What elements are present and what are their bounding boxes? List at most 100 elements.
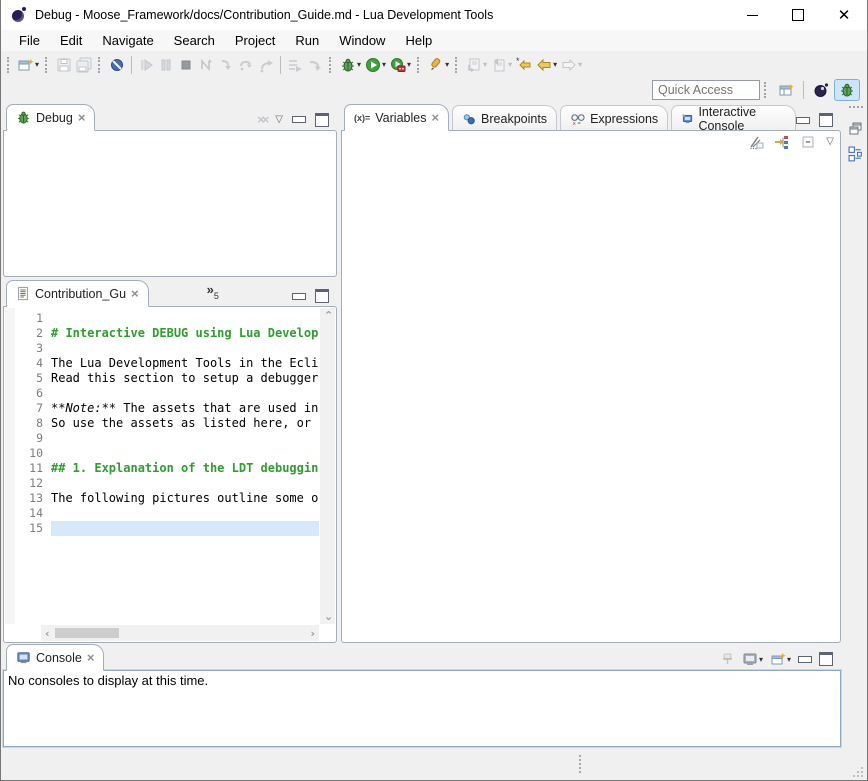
scroll-left-icon[interactable]: ‹	[45, 627, 50, 640]
editor-line[interactable]: 5Read this section to setup a debugger	[15, 371, 319, 386]
minimize-view-icon[interactable]	[292, 293, 306, 300]
lua-perspective-button[interactable]	[808, 79, 834, 101]
last-edit-location-button[interactable]: *	[514, 54, 534, 76]
dropdown-icon[interactable]: ▾	[357, 60, 361, 69]
tab-debug[interactable]: Debug ×	[6, 104, 95, 131]
line-number[interactable]: 2	[15, 326, 51, 341]
restore-view-icon[interactable]	[848, 120, 864, 136]
dropdown-icon[interactable]: ▾	[382, 60, 386, 69]
scroll-right-icon[interactable]: ›	[310, 627, 315, 640]
previous-annotation-button[interactable]: ▾	[489, 54, 514, 76]
run-button[interactable]: ▾	[363, 54, 388, 76]
dropdown-icon[interactable]: ▾	[508, 60, 512, 69]
use-step-filters-button[interactable]	[285, 54, 305, 76]
tab-breakpoints[interactable]: Breakpoints	[452, 105, 557, 131]
menu-help[interactable]: Help	[395, 30, 442, 51]
display-selected-console-button[interactable]: ▾	[742, 651, 763, 667]
line-number[interactable]: 12	[15, 476, 51, 491]
line-number[interactable]: 1	[15, 311, 51, 326]
editor-line[interactable]: 12	[15, 476, 319, 491]
close-tab-icon[interactable]: ×	[431, 111, 439, 124]
maximize-view-icon[interactable]	[315, 113, 329, 127]
hidden-editors-chevron[interactable]: » 5	[207, 285, 219, 307]
variables-content[interactable]: ▽	[341, 130, 841, 643]
forward-button[interactable]: ▾	[559, 54, 584, 76]
editor-line[interactable]: 3	[15, 341, 319, 356]
line-number[interactable]: 5	[15, 371, 51, 386]
disconnect-button[interactable]	[196, 54, 216, 76]
editor-line[interactable]: 7**Note:** The assets that are used in	[15, 401, 319, 416]
editor-horizontal-scrollbar[interactable]: ‹ ›	[41, 625, 319, 641]
line-number[interactable]: 14	[15, 506, 51, 521]
external-tools-button[interactable]: ▾	[426, 54, 451, 76]
tab-expressions[interactable]: x= Expressions	[560, 105, 668, 131]
outline-view-icon[interactable]	[848, 146, 865, 163]
minimize-view-icon[interactable]	[798, 656, 812, 663]
remove-all-terminated-icon[interactable]: ××	[257, 112, 266, 127]
editor-line[interactable]: 9	[15, 431, 319, 446]
editor-line[interactable]: 15	[15, 521, 319, 536]
minimize-window-button[interactable]	[729, 0, 775, 30]
line-number[interactable]: 4	[15, 356, 51, 371]
menu-run[interactable]: Run	[285, 30, 329, 51]
scroll-down-icon[interactable]: ⌄	[324, 610, 333, 623]
line-number[interactable]: 8	[15, 416, 51, 431]
code-text[interactable]: ## 1. Explanation of the LDT debuggin	[51, 461, 318, 476]
new-wizard-button[interactable]: ✦ ▾	[16, 54, 41, 76]
view-menu-icon[interactable]: ▽	[275, 115, 283, 125]
tab-interactive-console[interactable]: ✦ Interactive Console	[671, 105, 796, 131]
editor-vertical-scrollbar[interactable]: ⌃ ⌄	[320, 308, 335, 624]
editor-line[interactable]: 14	[15, 506, 319, 521]
menu-search[interactable]: Search	[164, 30, 225, 51]
step-into-button[interactable]	[216, 54, 236, 76]
step-return-button[interactable]	[256, 54, 276, 76]
editor-line[interactable]: 13The following pictures outline some o	[15, 491, 319, 506]
save-all-button[interactable]	[74, 54, 94, 76]
maximize-view-icon[interactable]	[819, 652, 833, 666]
editor-lines[interactable]: 12# Interactive DEBUG using Lua Develop3…	[15, 308, 319, 624]
dropdown-icon[interactable]: ▾	[483, 60, 487, 69]
code-text[interactable]: # Interactive DEBUG using Lua Develop	[51, 326, 318, 341]
code-text[interactable]: The Lua Development Tools in the Ecli	[51, 356, 318, 371]
code-text[interactable]: Read this section to setup a debugger	[51, 371, 318, 386]
menu-navigate[interactable]: Navigate	[92, 30, 163, 51]
scroll-up-icon[interactable]: ⌃	[324, 309, 333, 322]
code-text[interactable]: So use the assets as listed here, or	[51, 416, 318, 431]
line-number[interactable]: 10	[15, 446, 51, 461]
drop-to-frame-button[interactable]	[305, 54, 325, 76]
debug-view-content[interactable]	[3, 130, 337, 277]
collapse-all-icon[interactable]	[800, 134, 816, 150]
step-over-button[interactable]	[236, 54, 256, 76]
editor-line[interactable]: 8So use the assets as listed here, or	[15, 416, 319, 431]
back-button[interactable]: ▾	[534, 54, 559, 76]
scrollbar-thumb[interactable]	[55, 628, 119, 638]
tab-editor-contribution-guide[interactable]: Contribution_Gu ×	[6, 280, 149, 307]
tab-console[interactable]: Console ×	[6, 644, 104, 671]
dropdown-icon[interactable]: ▾	[445, 60, 449, 69]
editor-line[interactable]: 4The Lua Development Tools in the Ecli	[15, 356, 319, 371]
menu-window[interactable]: Window	[329, 30, 395, 51]
terminate-button[interactable]	[176, 54, 196, 76]
resize-grip-icon[interactable]	[851, 765, 864, 778]
minimize-view-icon[interactable]	[796, 117, 810, 124]
minimize-view-icon[interactable]	[292, 116, 306, 123]
open-console-button[interactable]: ✦ ▾	[770, 651, 791, 667]
editor-line[interactable]: 6	[15, 386, 319, 401]
tab-variables[interactable]: (x)= Variables ×	[344, 104, 449, 131]
code-text[interactable]: The following pictures outline some o	[51, 491, 318, 506]
show-type-names-icon[interactable]	[748, 134, 764, 150]
annotation-ruler[interactable]	[5, 308, 15, 624]
skip-all-breakpoints-button[interactable]	[107, 54, 127, 76]
resume-button[interactable]	[136, 54, 156, 76]
menu-edit[interactable]: Edit	[50, 30, 92, 51]
view-menu-icon[interactable]: ▽	[826, 137, 834, 147]
debug-button[interactable]: ▾	[338, 54, 363, 76]
maximize-view-icon[interactable]	[819, 113, 833, 127]
editor-line[interactable]: 11## 1. Explanation of the LDT debuggin	[15, 461, 319, 476]
close-tab-icon[interactable]: ×	[131, 287, 139, 300]
quick-access-input[interactable]	[652, 80, 760, 100]
pin-console-icon[interactable]	[719, 651, 735, 667]
line-number[interactable]: 15	[15, 521, 51, 536]
line-number[interactable]: 7	[15, 401, 51, 416]
code-text[interactable]: **Note:** The assets that are used in	[51, 401, 318, 416]
